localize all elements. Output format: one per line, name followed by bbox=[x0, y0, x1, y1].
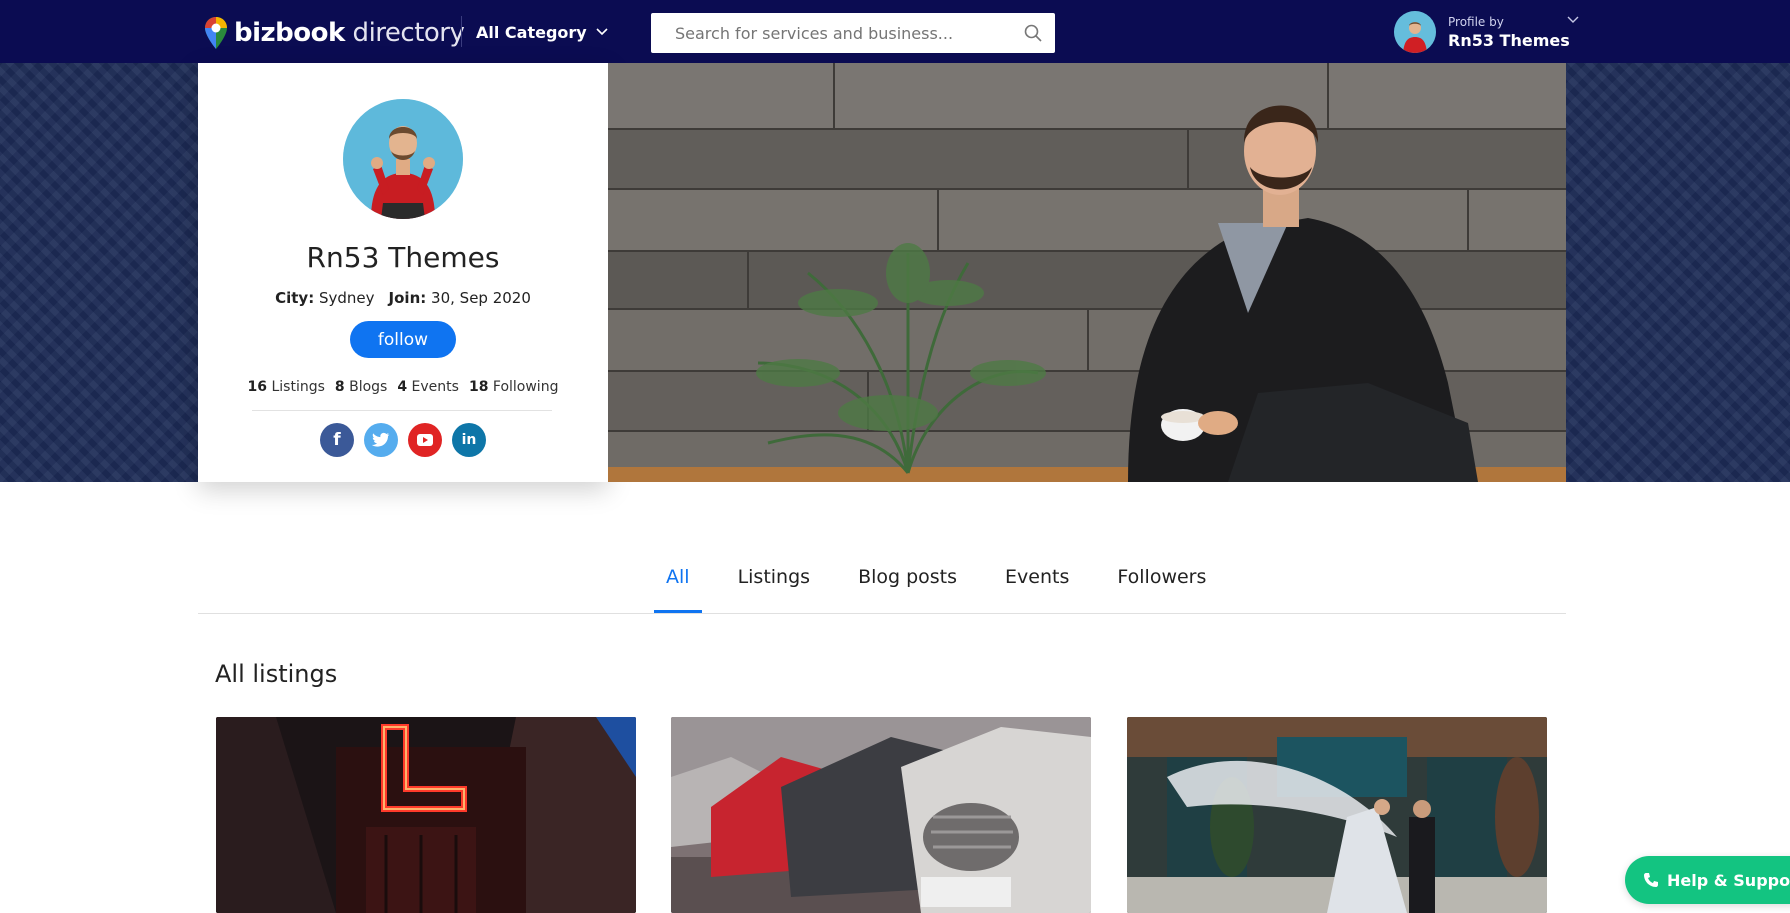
profile-by-label: Profile by bbox=[1448, 14, 1504, 29]
linkedin-icon[interactable]: in bbox=[452, 423, 486, 457]
listing-card[interactable] bbox=[1127, 717, 1547, 913]
help-support-button[interactable]: Help & Support bbox=[1625, 856, 1790, 904]
profile-join-date: Join: 30, Sep 2020 bbox=[388, 289, 531, 307]
avatar bbox=[1394, 11, 1436, 53]
category-label: All Category bbox=[476, 22, 587, 42]
search-box bbox=[651, 13, 1055, 53]
stat-events[interactable]: 4 Events bbox=[397, 379, 459, 395]
logo-text: bizbook directory bbox=[234, 18, 465, 48]
category-dropdown[interactable]: All Category bbox=[476, 18, 609, 46]
tab-events[interactable]: Events bbox=[993, 558, 1081, 613]
tab-blog-posts[interactable]: Blog posts bbox=[846, 558, 969, 613]
follow-button[interactable]: follow bbox=[350, 321, 456, 358]
social-links: f in bbox=[198, 423, 608, 457]
section-title: All listings bbox=[215, 660, 338, 688]
profile-name: Rn53 Themes bbox=[1448, 30, 1570, 50]
twitter-icon[interactable] bbox=[364, 423, 398, 457]
top-navbar: bizbook directory All Category Profile b… bbox=[0, 0, 1790, 63]
help-support-label: Help & Support bbox=[1667, 870, 1790, 890]
cover-photo bbox=[608, 63, 1566, 482]
profile-city: City: Sydney bbox=[275, 289, 375, 307]
profile-meta: City: Sydney Join: 30, Sep 2020 bbox=[198, 289, 608, 307]
tab-all[interactable]: All bbox=[654, 558, 702, 613]
facebook-icon[interactable]: f bbox=[320, 423, 354, 457]
listing-card[interactable] bbox=[671, 717, 1091, 913]
stat-blogs[interactable]: 8 Blogs bbox=[335, 379, 387, 395]
stat-listings[interactable]: 16 Listings bbox=[248, 379, 325, 395]
search-input[interactable] bbox=[675, 23, 1023, 43]
divider bbox=[252, 410, 552, 411]
youtube-icon[interactable] bbox=[408, 423, 442, 457]
logo-pin-icon bbox=[205, 17, 227, 49]
profile-menu[interactable]: Profile by Rn53 Themes bbox=[1394, 11, 1570, 53]
listing-card[interactable] bbox=[216, 717, 636, 913]
profile-chevron-down-icon[interactable] bbox=[1566, 15, 1580, 25]
profile-avatar bbox=[343, 99, 463, 219]
logo[interactable]: bizbook directory bbox=[204, 16, 465, 50]
chevron-down-icon bbox=[596, 28, 608, 36]
category-divider bbox=[461, 16, 462, 47]
tab-listings[interactable]: Listings bbox=[726, 558, 823, 613]
stat-following[interactable]: 18 Following bbox=[469, 379, 559, 395]
profile-tabs: All Listings Blog posts Events Followers bbox=[654, 558, 1218, 613]
profile-name-heading: Rn53 Themes bbox=[306, 241, 500, 274]
tabs-divider bbox=[198, 613, 1566, 614]
phone-icon bbox=[1644, 873, 1658, 887]
search-icon[interactable] bbox=[1023, 23, 1043, 43]
tab-followers[interactable]: Followers bbox=[1105, 558, 1218, 613]
profile-card: Rn53 Themes City: Sydney Join: 30, Sep 2… bbox=[198, 63, 608, 482]
profile-stats: 16 Listings 8 Blogs 4 Events 18 Followin… bbox=[198, 379, 608, 395]
